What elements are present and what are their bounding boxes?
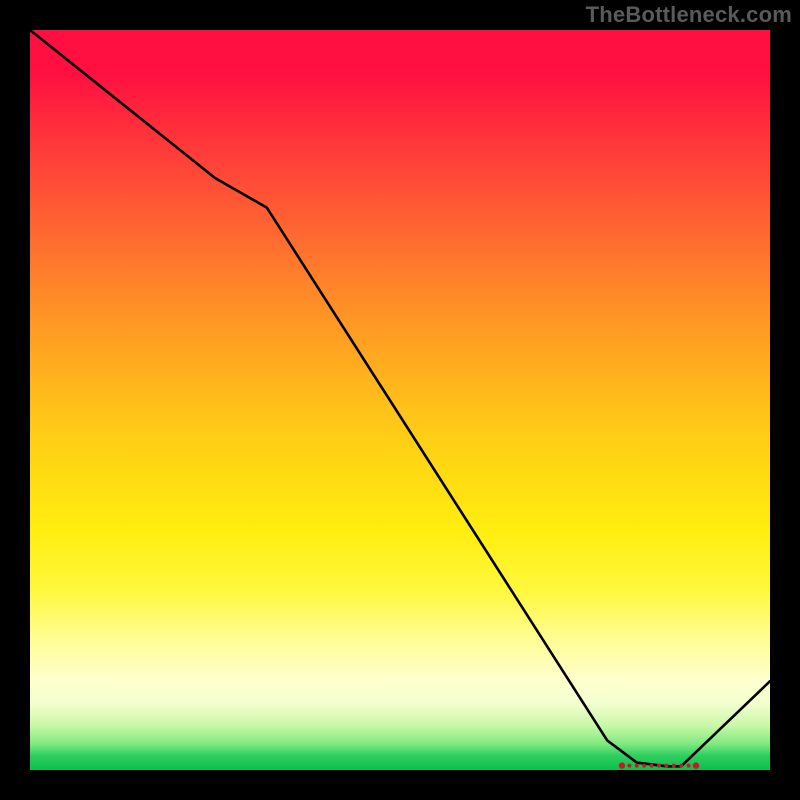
marker-dot (679, 764, 683, 768)
marker-dot (672, 764, 676, 768)
optimal-markers (619, 762, 699, 768)
marker-dot (687, 764, 691, 768)
chart-svg (30, 30, 770, 770)
marker-dot (650, 764, 654, 768)
marker-dot (635, 764, 639, 768)
watermark-text: TheBottleneck.com (586, 2, 792, 28)
marker-dot (642, 764, 646, 768)
bottleneck-curve (30, 30, 770, 766)
marker-dot (627, 764, 631, 768)
marker-dot (693, 762, 699, 768)
chart-frame: TheBottleneck.com (0, 0, 800, 800)
plot-area (30, 30, 770, 770)
marker-dot (619, 762, 625, 768)
marker-dot (664, 764, 668, 768)
marker-dot (657, 764, 661, 768)
